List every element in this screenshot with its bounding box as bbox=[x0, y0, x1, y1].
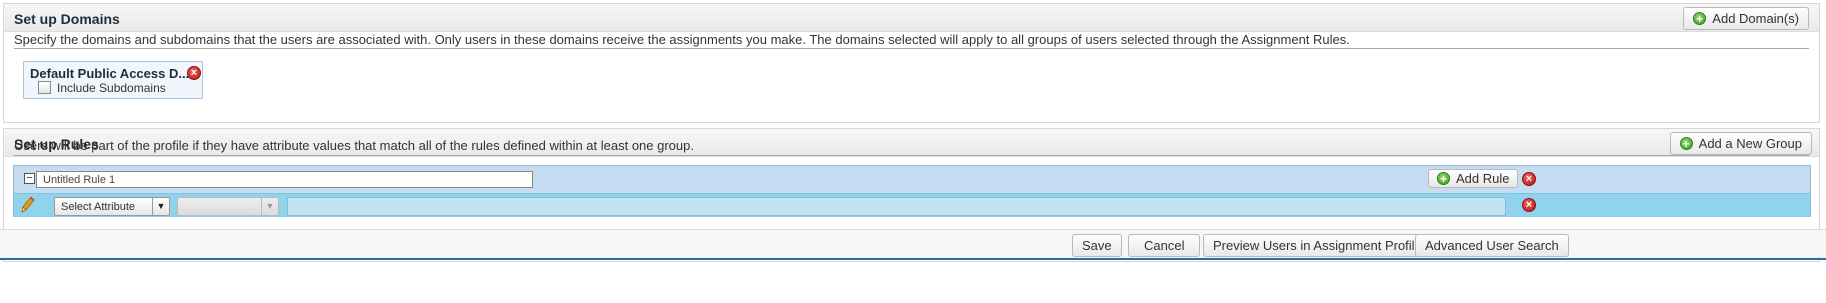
add-new-group-label: Add a New Group bbox=[1698, 136, 1802, 151]
save-button[interactable]: Save bbox=[1072, 234, 1122, 257]
footer-bar: Save Cancel Preview Users in Assignment … bbox=[0, 229, 1826, 260]
rules-description: Users will be part of the profile if the… bbox=[14, 138, 694, 153]
rule-name-input[interactable] bbox=[36, 171, 533, 188]
add-rule-label: Add Rule bbox=[1456, 171, 1510, 186]
add-icon: + bbox=[1679, 137, 1693, 150]
remove-group-icon[interactable]: × bbox=[1522, 172, 1536, 186]
domains-description: Specify the domains and subdomains that … bbox=[14, 32, 1350, 47]
domains-divider bbox=[14, 48, 1809, 49]
cancel-button[interactable]: Cancel bbox=[1128, 234, 1201, 257]
attribute-select-value: Select Attribute bbox=[61, 200, 135, 213]
add-icon: + bbox=[1693, 12, 1707, 25]
remove-rule-icon[interactable]: × bbox=[1522, 198, 1536, 212]
domain-card: Default Public Access D... × Include Sub… bbox=[23, 61, 203, 99]
operator-select[interactable]: ▼ bbox=[177, 197, 279, 216]
rule-group: − + Add Rule × Select Attribute ▼ ▼ bbox=[13, 165, 1811, 217]
domain-name: Default Public Access D... bbox=[30, 66, 190, 81]
preview-users-button[interactable]: Preview Users in Assignment Profile bbox=[1203, 234, 1432, 257]
add-domains-label: Add Domain(s) bbox=[1712, 11, 1799, 26]
attribute-select[interactable]: Select Attribute ▼ bbox=[54, 197, 170, 216]
domains-panel: Set up Domains + Add Domain(s) Specify t… bbox=[3, 3, 1820, 123]
pencil-icon[interactable] bbox=[21, 196, 35, 214]
collapse-group-icon[interactable]: − bbox=[24, 173, 35, 184]
domains-panel-title: Set up Domains bbox=[14, 11, 120, 27]
rule-group-header: − + Add Rule × bbox=[14, 166, 1810, 192]
add-icon: + bbox=[1437, 172, 1450, 185]
include-subdomains-checkbox[interactable] bbox=[38, 81, 51, 94]
rule-row: Select Attribute ▼ ▼ × bbox=[14, 193, 1810, 217]
add-new-group-button[interactable]: + Add a New Group bbox=[1669, 132, 1812, 155]
remove-domain-icon[interactable]: × bbox=[187, 66, 201, 80]
rule-value-input[interactable] bbox=[287, 197, 1506, 216]
add-domains-button[interactable]: + Add Domain(s) bbox=[1683, 7, 1809, 30]
domains-panel-header: Set up Domains + Add Domain(s) bbox=[4, 4, 1819, 32]
chevron-down-icon: ▼ bbox=[152, 198, 169, 215]
include-subdomains-label: Include Subdomains bbox=[57, 81, 166, 95]
advanced-user-search-button[interactable]: Advanced User Search bbox=[1415, 234, 1569, 257]
add-rule-button[interactable]: + Add Rule bbox=[1428, 169, 1519, 188]
chevron-down-icon: ▼ bbox=[261, 198, 278, 215]
rules-divider bbox=[14, 155, 1809, 156]
